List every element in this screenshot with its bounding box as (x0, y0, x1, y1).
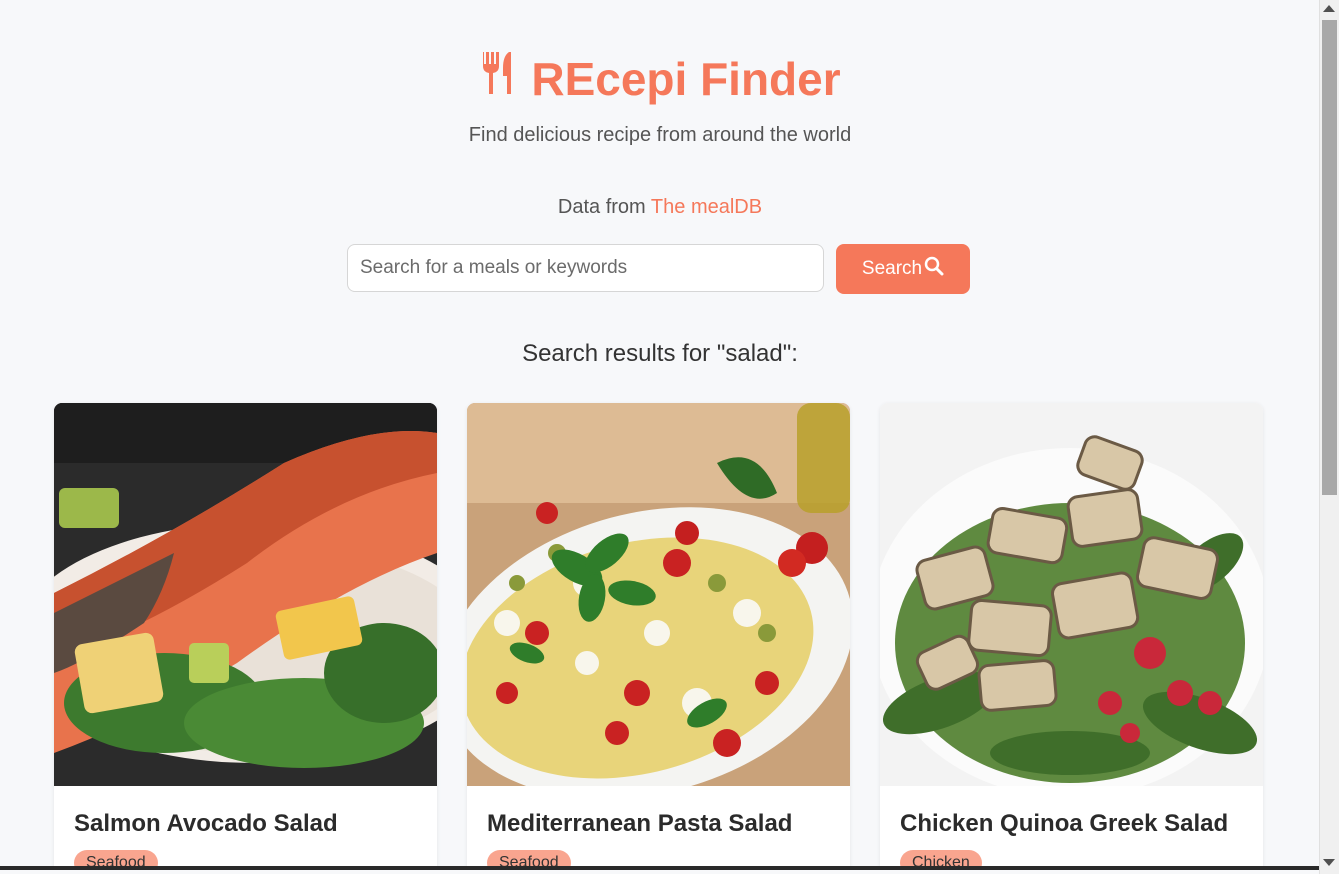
window-bottom-edge (0, 866, 1320, 870)
recipe-card[interactable]: Salmon Avocado Salad Seafood (54, 403, 437, 870)
data-source-prefix: Data from (557, 196, 646, 218)
data-source: Data from The mealDB (0, 196, 1320, 219)
results-grid: Salmon Avocado Salad Seafood Mediterrane… (54, 403, 1263, 870)
recipe-title: Chicken Quinoa Greek Salad (900, 810, 1229, 837)
recipe-card[interactable]: Mediterranean Pasta Salad Seafood (467, 403, 850, 870)
recipe-image (880, 403, 1263, 786)
utensils-icon (479, 50, 519, 108)
app-title: REcepi Finder (0, 50, 1320, 108)
recipe-card[interactable]: Chicken Quinoa Greek Salad Chicken (880, 403, 1263, 870)
recipe-title: Mediterranean Pasta Salad (487, 810, 793, 837)
recipe-image (54, 403, 437, 786)
scroll-up-arrow-icon[interactable] (1323, 5, 1335, 12)
app-title-text: REcepi Finder (531, 53, 841, 105)
results-heading: Search results for "salad": (522, 340, 798, 367)
recipe-title: Salmon Avocado Salad (74, 810, 338, 837)
app-subtitle: Find delicious recipe from around the wo… (468, 124, 852, 146)
scroll-down-arrow-icon[interactable] (1323, 859, 1335, 866)
search-bar: Search (347, 244, 970, 294)
page: REcepi Finder Find delicious recipe from… (0, 0, 1320, 870)
vertical-scrollbar[interactable] (1319, 0, 1339, 874)
recipe-image (467, 403, 850, 786)
search-icon (924, 256, 944, 282)
data-source-link[interactable]: The mealDB (651, 196, 762, 218)
search-button-label: Search (861, 258, 923, 279)
scrollbar-thumb[interactable] (1322, 20, 1337, 495)
search-button[interactable]: Search (836, 244, 970, 294)
search-input[interactable] (347, 244, 824, 292)
